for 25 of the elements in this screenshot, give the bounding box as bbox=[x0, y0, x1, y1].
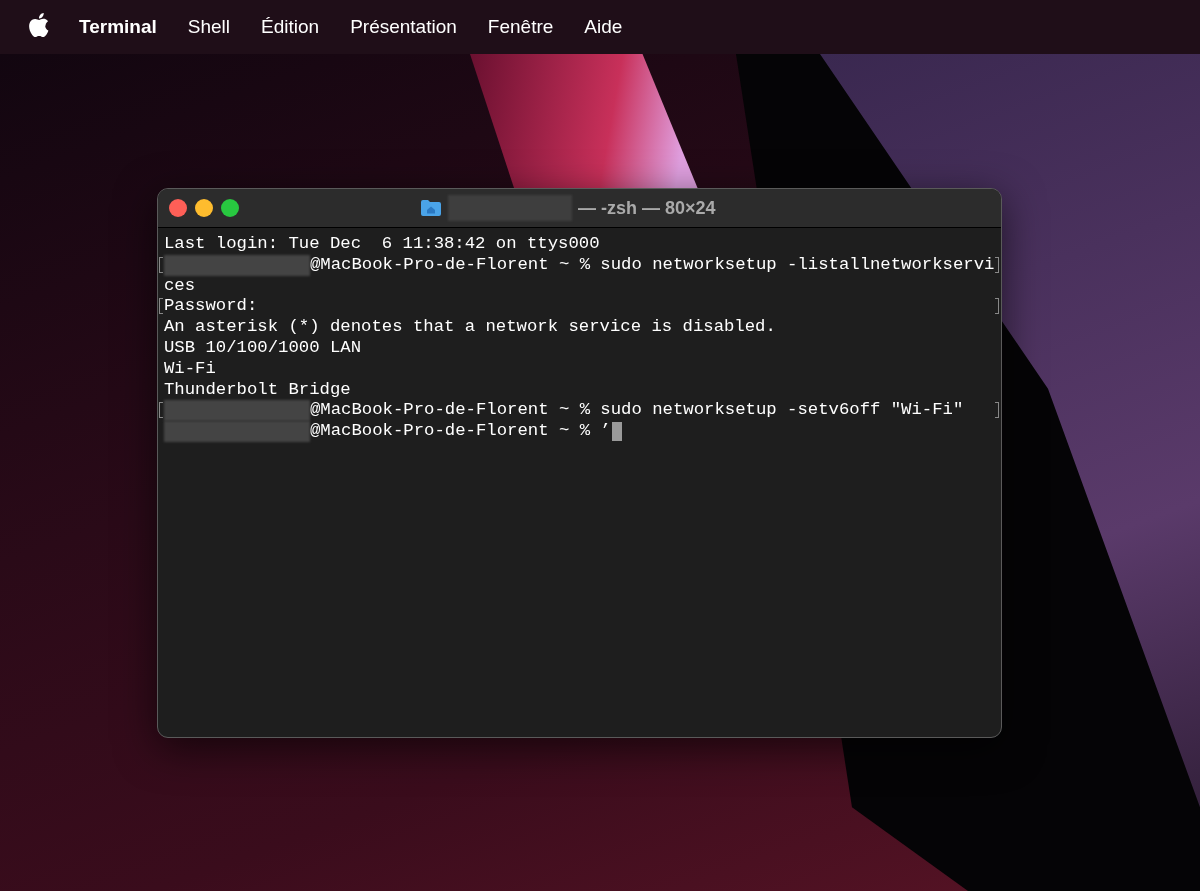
terminal-line: USB 10/100/1000 LAN bbox=[164, 338, 362, 359]
window-title: — -zsh — 80×24 bbox=[578, 197, 716, 219]
terminal-line: @MacBook-Pro-de-Florent ~ % ’ bbox=[310, 421, 611, 442]
line-mark bbox=[995, 256, 999, 273]
menu-item[interactable]: Shell bbox=[187, 16, 231, 38]
terminal-line: An asterisk (*) denotes that a network service is disabled. bbox=[164, 317, 776, 338]
minimize-button[interactable] bbox=[195, 199, 213, 217]
menu-item[interactable]: Aide bbox=[584, 16, 623, 38]
terminal-line: @MacBook-Pro-de-Florent ~ % sudo networksetup -listallnetworkservi bbox=[310, 254, 995, 276]
close-button[interactable] bbox=[169, 199, 187, 217]
apple-logo-icon[interactable] bbox=[29, 13, 49, 37]
menu-item[interactable]: Fenêtre bbox=[487, 16, 554, 38]
terminal-line: Last login: Tue Dec 6 11:38:42 on ttys000 bbox=[164, 234, 600, 255]
zoom-button[interactable] bbox=[221, 199, 239, 217]
line-mark bbox=[995, 298, 999, 315]
menu-item[interactable]: Édition bbox=[261, 16, 320, 38]
terminal-line: @MacBook-Pro-de-Florent ~ % sudo networksetup -setv6off "Wi-Fi" bbox=[310, 400, 964, 422]
terminal-line: ces bbox=[164, 275, 196, 297]
home-folder-icon bbox=[420, 199, 442, 217]
terminal-line: Wi-Fi bbox=[164, 358, 216, 380]
app-menu[interactable]: Terminal bbox=[79, 16, 157, 38]
terminal-line: Password: bbox=[164, 296, 258, 318]
menu-item[interactable]: Présentation bbox=[350, 16, 457, 38]
line-mark bbox=[995, 402, 999, 419]
terminal-line: Thunderbolt Bridge bbox=[164, 379, 351, 401]
